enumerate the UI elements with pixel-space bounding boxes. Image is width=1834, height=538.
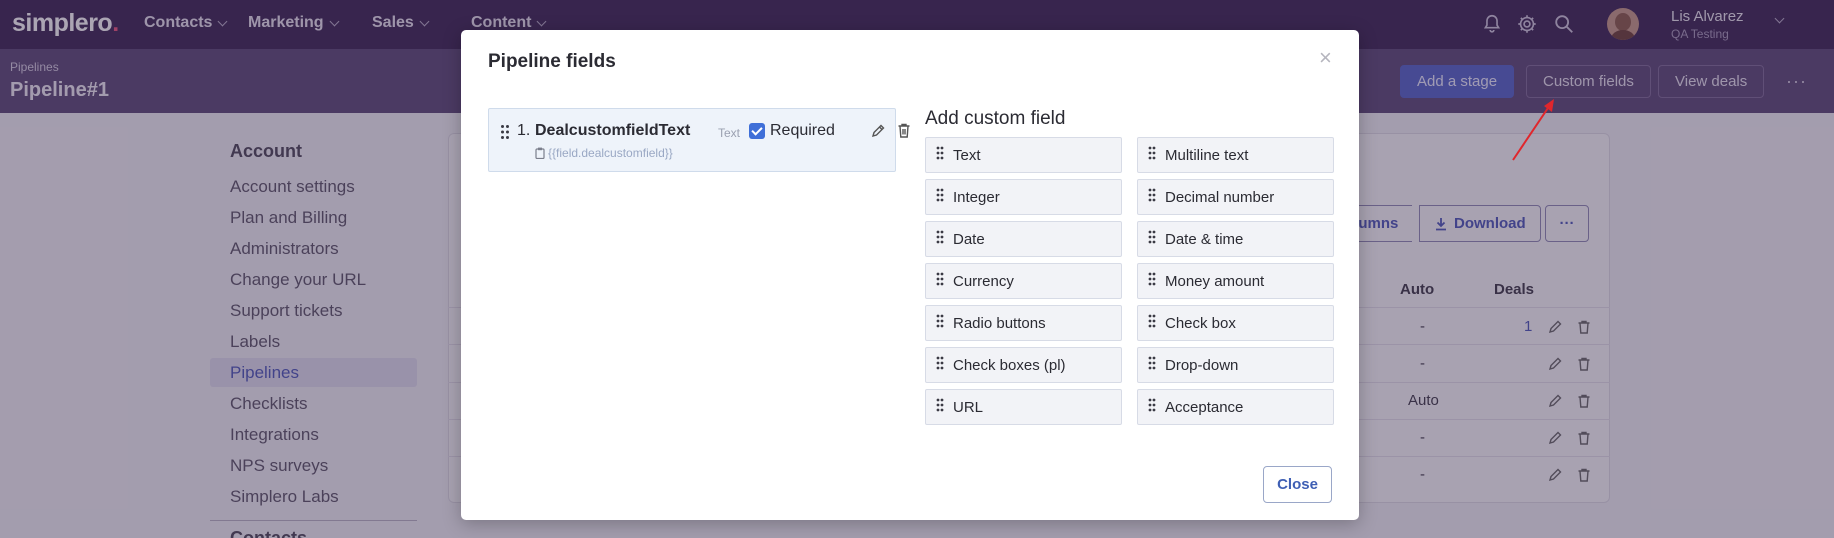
pencil-icon[interactable]: [870, 123, 886, 139]
field-type-label: Multiline text: [1165, 146, 1249, 164]
trash-icon[interactable]: [896, 122, 912, 139]
modal-title: Pipeline fields: [488, 51, 616, 72]
field-type-label: Check box: [1165, 314, 1236, 332]
drag-handle-icon: [936, 230, 944, 248]
drag-handle-icon: [1148, 314, 1156, 332]
add-field-type-currency[interactable]: Currency: [925, 263, 1122, 299]
add-field-type-decimal-number[interactable]: Decimal number: [1137, 179, 1334, 215]
clipboard-icon[interactable]: [535, 147, 545, 159]
required-label[interactable]: Required: [770, 122, 835, 140]
required-checkbox[interactable]: [749, 123, 765, 139]
field-type-label: Date: [953, 230, 985, 248]
field-type-label: Radio buttons: [953, 314, 1046, 332]
field-type: Text: [718, 126, 741, 140]
close-icon[interactable]: ×: [1319, 45, 1332, 71]
field-name: DealcustomfieldText: [535, 122, 691, 139]
add-field-type-radio-buttons[interactable]: Radio buttons: [925, 305, 1122, 341]
field-type-label: Integer: [953, 188, 1000, 206]
drag-handle-icon: [1148, 230, 1156, 248]
field-type-label: Text: [953, 146, 981, 164]
drag-handle-icon: [1148, 188, 1156, 206]
drag-handle-icon: [1148, 146, 1156, 164]
drag-handle-icon[interactable]: [500, 124, 510, 140]
close-button[interactable]: Close: [1263, 466, 1332, 503]
drag-handle-icon: [1148, 398, 1156, 416]
add-field-type-date-time[interactable]: Date & time: [1137, 221, 1334, 257]
drag-handle-icon: [936, 188, 944, 206]
field-type-label: Drop-down: [1165, 356, 1239, 374]
field-type-label: Money amount: [1165, 272, 1265, 290]
drag-handle-icon: [936, 398, 944, 416]
add-field-type-url[interactable]: URL: [925, 389, 1122, 425]
drag-handle-icon: [936, 356, 944, 374]
add-field-type-acceptance[interactable]: Acceptance: [1137, 389, 1334, 425]
field-number: 1.: [517, 122, 531, 139]
field-type-label: Check boxes (pl): [953, 356, 1066, 374]
add-field-type-check-boxes-pl[interactable]: Check boxes (pl): [925, 347, 1122, 383]
field-type-label: Decimal number: [1165, 188, 1275, 206]
field-merge-tag: {{field.dealcustomfield}}: [548, 146, 673, 160]
add-field-type-date[interactable]: Date: [925, 221, 1122, 257]
drag-handle-icon: [936, 272, 944, 290]
add-field-type-integer[interactable]: Integer: [925, 179, 1122, 215]
pipeline-fields-modal: Pipeline fields × 1. DealcustomfieldText…: [461, 30, 1359, 520]
drag-handle-icon: [1148, 272, 1156, 290]
add-field-type-drop-down[interactable]: Drop-down: [1137, 347, 1334, 383]
add-field-type-check-box[interactable]: Check box: [1137, 305, 1334, 341]
drag-handle-icon: [936, 314, 944, 332]
add-field-type-text[interactable]: Text: [925, 137, 1122, 173]
annotation-arrow-icon: [1512, 99, 1554, 161]
field-item[interactable]: 1. DealcustomfieldText Text {{field.deal…: [488, 108, 910, 172]
drag-handle-icon: [1148, 356, 1156, 374]
drag-handle-icon: [936, 146, 944, 164]
field-type-label: Acceptance: [1165, 398, 1244, 416]
add-custom-field-heading: Add custom field: [925, 108, 1066, 129]
add-field-type-multiline-text[interactable]: Multiline text: [1137, 137, 1334, 173]
field-type-label: Date & time: [1165, 230, 1244, 248]
add-field-type-money-amount[interactable]: Money amount: [1137, 263, 1334, 299]
field-type-label: Currency: [953, 272, 1014, 290]
field-type-label: URL: [953, 398, 984, 416]
